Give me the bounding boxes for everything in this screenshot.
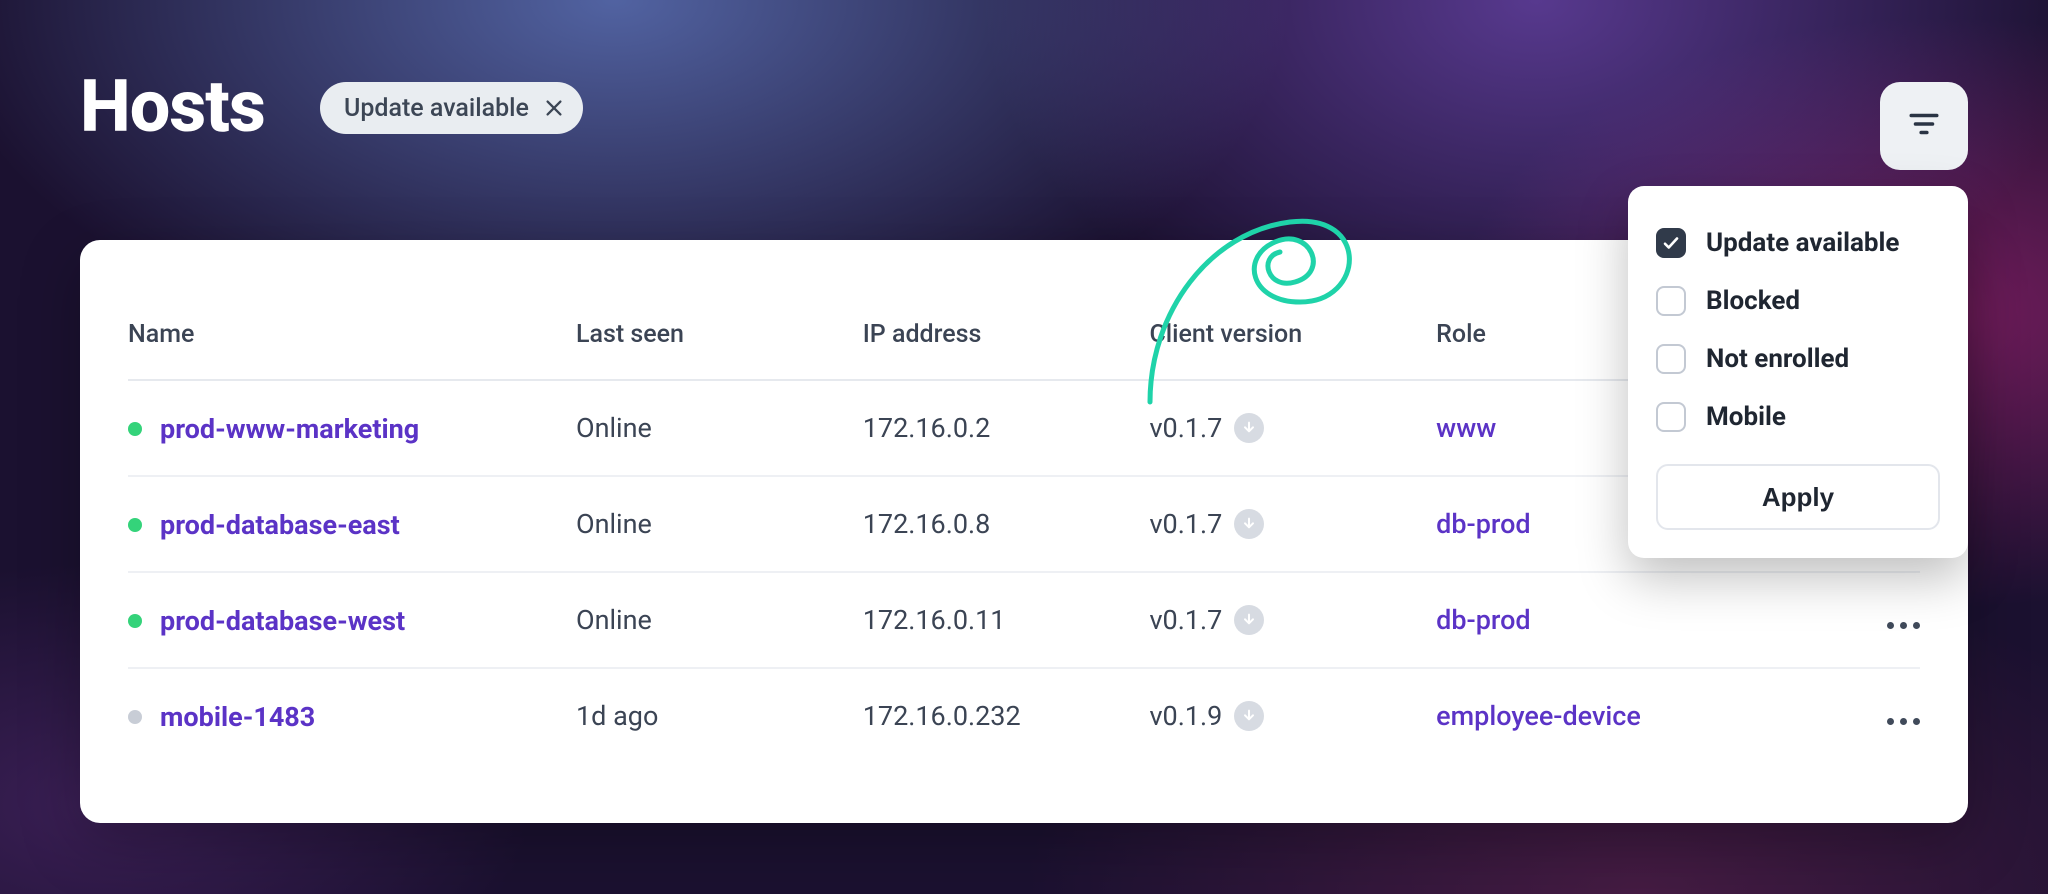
checkbox[interactable]	[1656, 402, 1686, 432]
download-icon[interactable]	[1234, 413, 1264, 443]
more-actions-icon[interactable]	[1887, 718, 1920, 725]
role-link[interactable]: db-prod	[1436, 508, 1530, 540]
status-dot	[128, 710, 142, 724]
filter-icon	[1907, 107, 1941, 145]
filter-option[interactable]: Not enrolled	[1656, 330, 1940, 388]
ip-address: 172.16.0.2	[863, 380, 1150, 476]
ip-address: 172.16.0.232	[863, 668, 1150, 763]
client-version: v0.1.7	[1149, 604, 1222, 636]
last-seen: 1d ago	[576, 668, 863, 763]
host-name[interactable]: prod-database-west	[160, 605, 405, 637]
table-row[interactable]: prod-database-west Online172.16.0.11v0.1.…	[128, 572, 1920, 668]
client-version: v0.1.7	[1149, 508, 1222, 540]
last-seen: Online	[576, 572, 863, 668]
filter-option-label: Update available	[1706, 228, 1899, 258]
role-link[interactable]: db-prod	[1436, 604, 1530, 636]
col-header-ip[interactable]: IP address	[863, 320, 1150, 380]
download-icon[interactable]	[1234, 509, 1264, 539]
status-dot	[128, 518, 142, 532]
download-icon[interactable]	[1234, 701, 1264, 731]
last-seen: Online	[576, 380, 863, 476]
col-header-name[interactable]: Name	[128, 320, 576, 380]
ip-address: 172.16.0.11	[863, 572, 1150, 668]
ip-address: 172.16.0.8	[863, 476, 1150, 572]
status-dot	[128, 614, 142, 628]
filter-option-label: Blocked	[1706, 286, 1800, 316]
apply-button[interactable]: Apply	[1656, 464, 1940, 530]
role-link[interactable]: employee-device	[1436, 700, 1641, 732]
chip-label: Update available	[344, 94, 529, 123]
filter-option[interactable]: Mobile	[1656, 388, 1940, 446]
host-name[interactable]: mobile-1483	[160, 701, 315, 733]
filter-popover: Update available Blocked Not enrolled Mobil…	[1628, 186, 1968, 558]
active-filter-chip[interactable]: Update available	[320, 82, 583, 134]
status-dot	[128, 422, 142, 436]
checkbox[interactable]	[1656, 344, 1686, 374]
host-name[interactable]: prod-www-marketing	[160, 413, 419, 445]
more-actions-icon[interactable]	[1887, 622, 1920, 629]
download-icon[interactable]	[1234, 605, 1264, 635]
role-link[interactable]: www	[1436, 412, 1496, 444]
col-header-version[interactable]: Client version	[1149, 320, 1436, 380]
filter-option[interactable]: Blocked	[1656, 272, 1940, 330]
filter-option-label: Mobile	[1706, 402, 1786, 432]
page-title: Hosts	[80, 64, 265, 149]
client-version: v0.1.7	[1149, 412, 1222, 444]
filter-option[interactable]: Update available	[1656, 214, 1940, 272]
checkbox[interactable]	[1656, 228, 1686, 258]
checkbox[interactable]	[1656, 286, 1686, 316]
host-name[interactable]: prod-database-east	[160, 509, 400, 541]
filter-button[interactable]	[1880, 82, 1968, 170]
chip-remove-icon[interactable]	[543, 97, 565, 119]
table-row[interactable]: mobile-1483 1d ago172.16.0.232v0.1.9 emplo…	[128, 668, 1920, 763]
last-seen: Online	[576, 476, 863, 572]
client-version: v0.1.9	[1149, 700, 1222, 732]
col-header-lastseen[interactable]: Last seen	[576, 320, 863, 380]
filter-option-label: Not enrolled	[1706, 344, 1849, 374]
